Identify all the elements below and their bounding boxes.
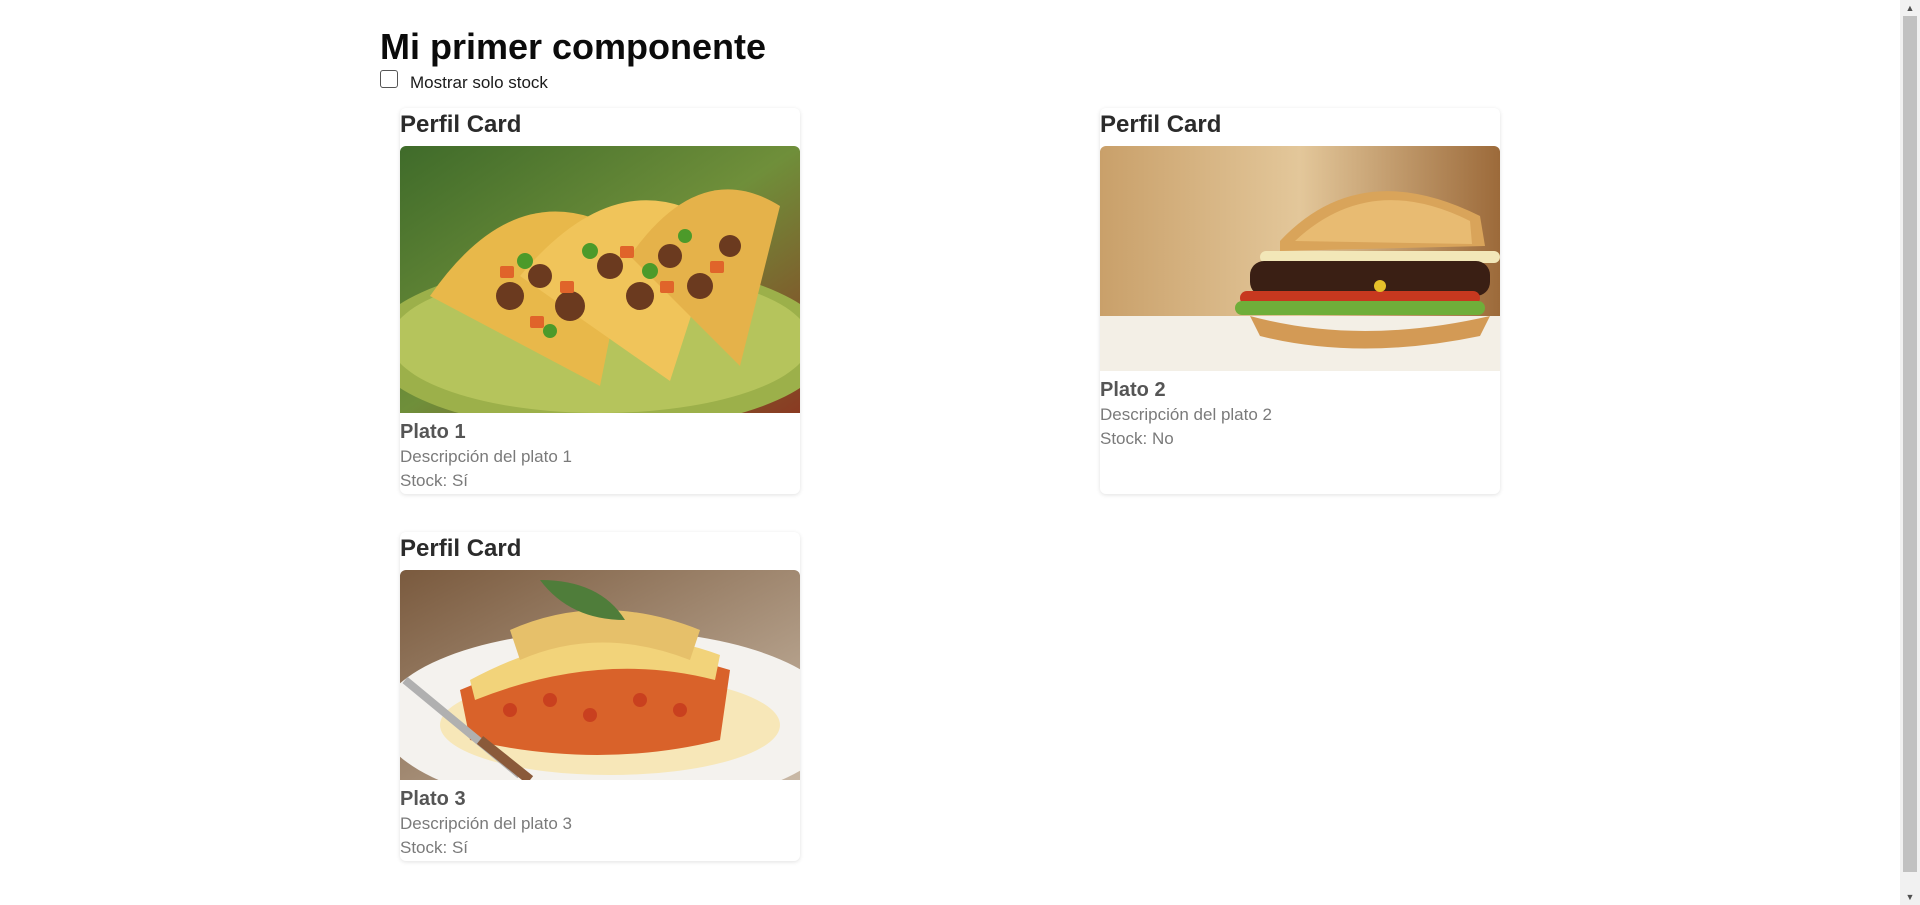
vertical-scrollbar[interactable]: ▲ ▼ [1900, 0, 1920, 905]
main-container: Mi primer componente Mostrar solo stock [380, 20, 1520, 94]
card-plato-1: Perfil Card Plato 1 Descripción del plat… [400, 108, 800, 494]
dish-name: Plato 2 [1100, 379, 1166, 401]
dish-stock: Stock: Sí [400, 838, 469, 857]
card-plato-2: Perfil Card Plato 2 Descripción del plat… [1100, 108, 1500, 494]
card-plato-3: Perfil Card Plato 3 Descripción del plat… [400, 532, 800, 861]
show-stock-only-checkbox[interactable] [380, 70, 398, 88]
dish-description: Descripción del plato 3 [400, 814, 572, 833]
page-title: Mi primer componente [380, 26, 767, 67]
show-stock-only-label[interactable]: Mostrar solo stock [410, 73, 548, 93]
card-header: Perfil Card [400, 535, 522, 562]
card-header: Perfil Card [400, 111, 522, 138]
page: Mi primer componente Mostrar solo stock … [0, 0, 1900, 905]
dish-image-lasagna [400, 570, 800, 780]
tacos-illustration [400, 146, 800, 413]
dish-image-burger [1100, 146, 1500, 371]
dish-stock: Stock: Sí [400, 471, 469, 490]
dish-stock: Stock: No [1100, 429, 1174, 448]
dish-image-tacos [400, 146, 800, 413]
stock-filter: Mostrar solo stock [380, 68, 1520, 94]
lasagna-illustration [400, 570, 800, 780]
dish-name: Plato 3 [400, 788, 466, 810]
dish-name: Plato 1 [400, 421, 466, 443]
dish-description: Descripción del plato 2 [1100, 405, 1272, 424]
scrollbar-thumb[interactable] [1903, 16, 1917, 872]
dish-description: Descripción del plato 1 [400, 447, 572, 466]
burger-illustration [1100, 146, 1500, 371]
triangle-down-icon[interactable]: ▼ [1900, 889, 1920, 905]
card-header: Perfil Card [1100, 111, 1222, 138]
triangle-up-icon[interactable]: ▲ [1900, 0, 1920, 16]
